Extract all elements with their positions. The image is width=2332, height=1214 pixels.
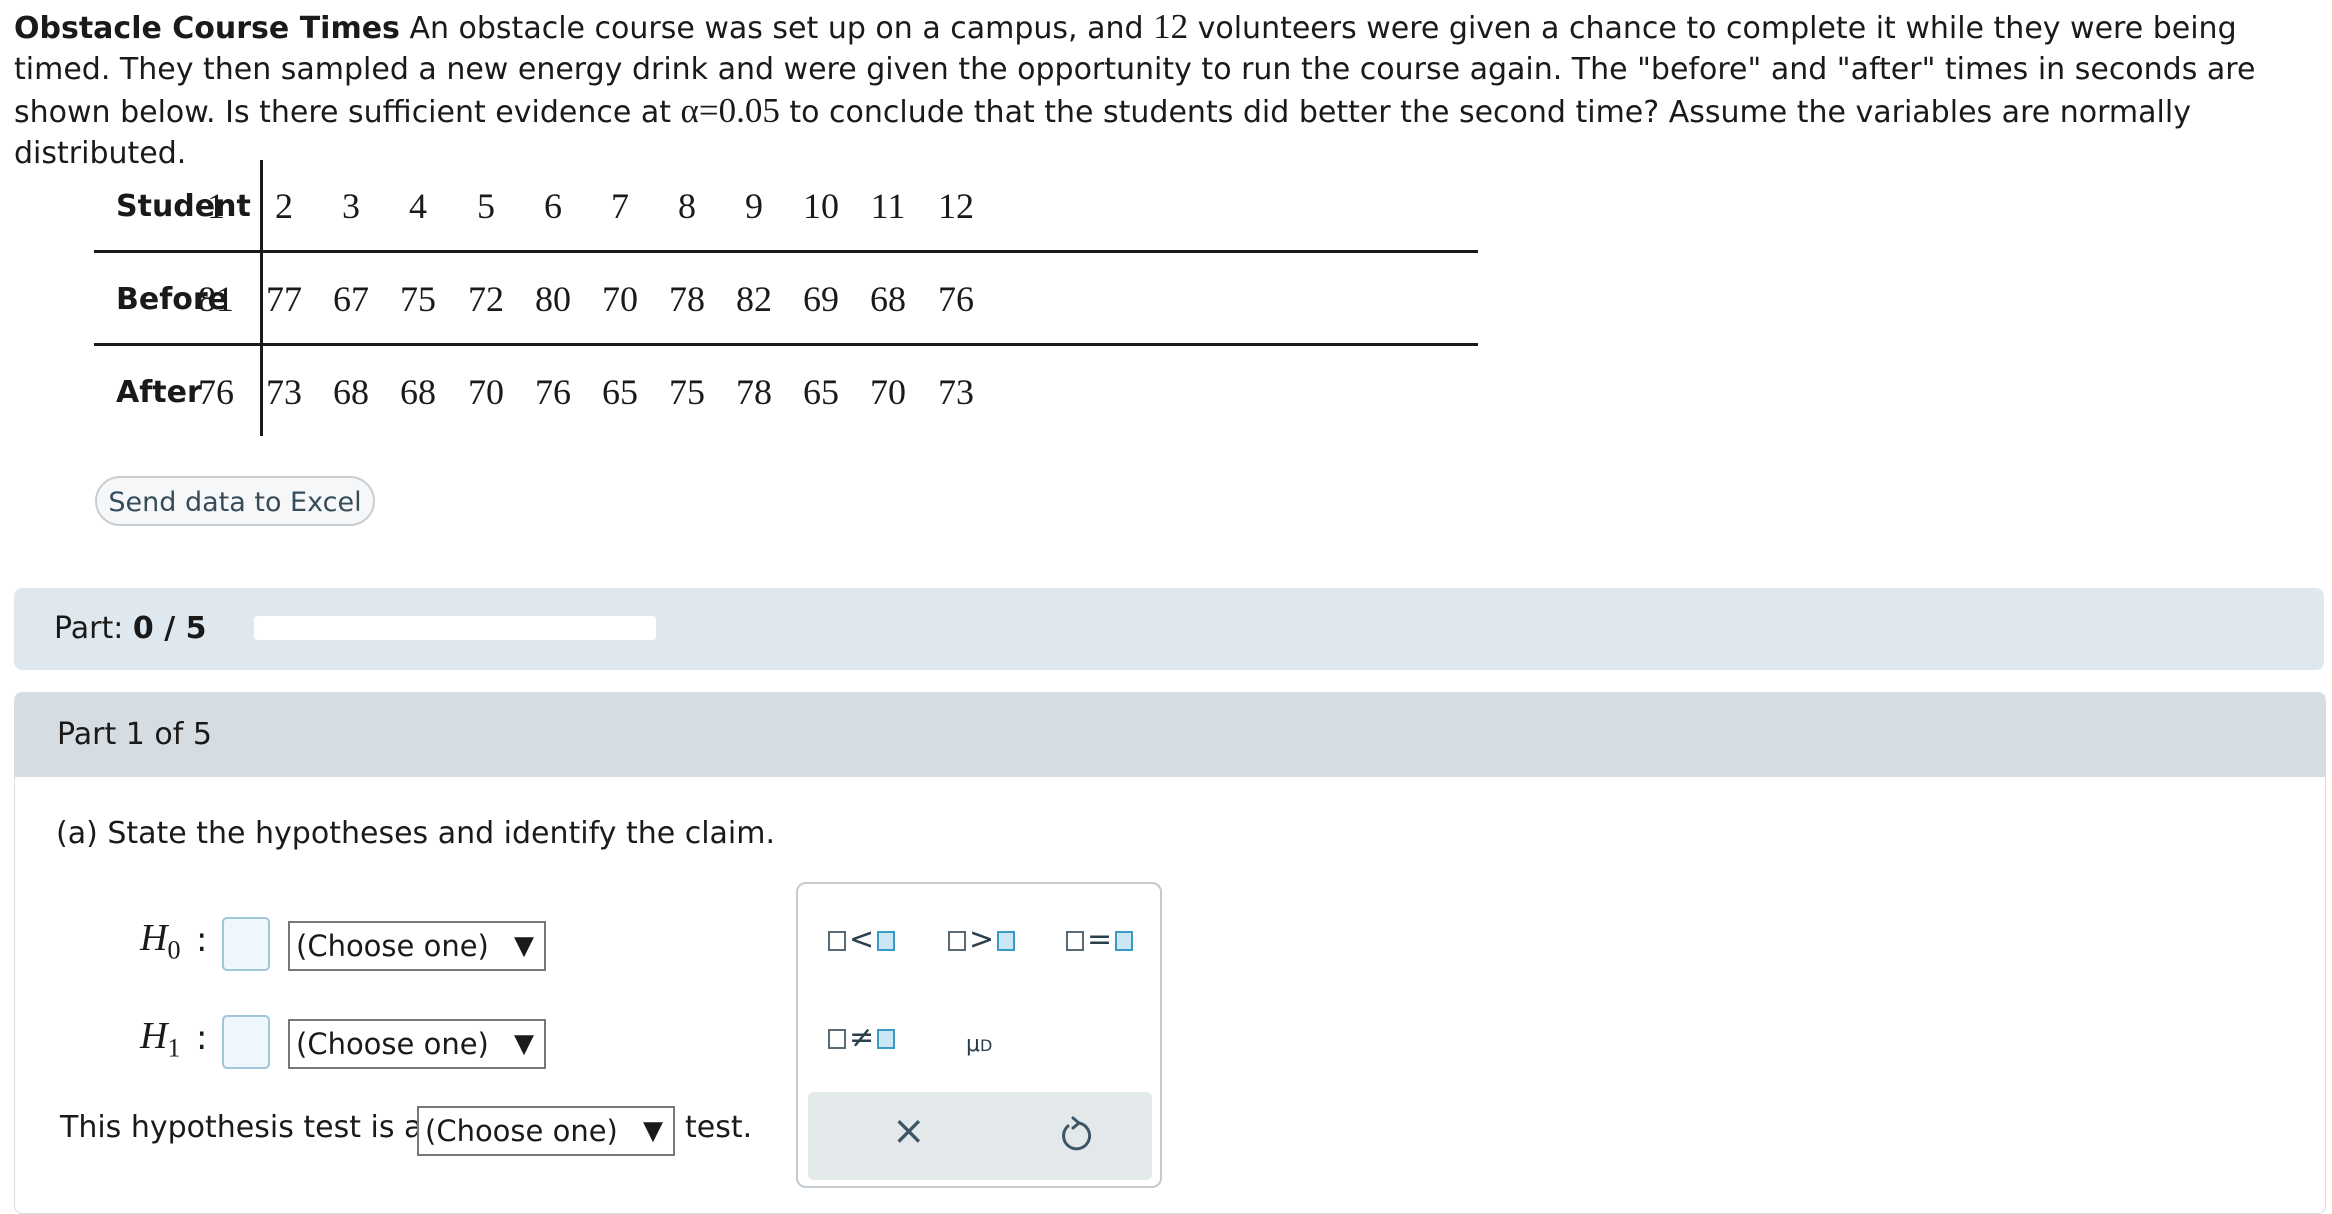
h1-select-value: (Choose one) [296,1027,489,1061]
question-text: (a) State the hypotheses and identify th… [56,816,776,851]
placeholder-box-icon [828,931,846,951]
placeholder-box-icon [1115,931,1134,951]
h0-colon: : [196,920,208,960]
problem-statement: Obstacle Course Times An obstacle course… [14,6,2314,174]
h1-select[interactable]: (Choose one) ▼ [288,1019,546,1069]
table-row-after: After 76 73 68 68 70 76 65 75 78 65 70 73 [94,346,1478,439]
student-cell: 12 [938,186,974,226]
h1-subscript: 1 [167,1033,181,1063]
greater-than-template-button[interactable]: > [948,922,1016,957]
dropdown-arrow-icon: ▼ [514,931,534,961]
not-equal-template-button[interactable]: ≠ [828,1020,896,1055]
h1-input[interactable] [222,1015,270,1069]
mu-d-icon: μD [966,1032,992,1057]
placeholder-box-icon [828,1029,846,1049]
problem-n: 12 [1153,7,1189,46]
h1-colon: : [196,1018,208,1058]
clear-icon[interactable]: × [892,1108,926,1154]
send-to-excel-button[interactable]: Send data to Excel [95,476,375,526]
part-progress-prefix: Part: [54,611,124,646]
h0-label: H0 [140,916,180,966]
problem-alpha: α=0.05 [680,91,780,130]
placeholder-box-icon [1066,931,1084,951]
placeholder-box-icon [948,931,966,951]
table-row-before: Before 81 77 67 75 72 80 70 78 82 69 68 76 [94,253,1478,346]
test-type-select-value: (Choose one) [425,1114,618,1148]
dropdown-arrow-icon: ▼ [643,1116,663,1146]
less-than-template-button[interactable]: < [828,922,896,957]
mu-symbol: μ [966,1032,980,1057]
problem-title: Obstacle Course Times [14,11,400,46]
mu-d-button[interactable]: μD [966,1024,992,1059]
part-progress-label: Part: 0 / 5 [54,588,206,670]
undo-icon[interactable] [1058,1114,1096,1154]
h0-letter: H [140,917,168,959]
greater-than-symbol: > [969,922,995,957]
before-cell: 76 [938,279,974,319]
placeholder-box-icon [877,931,896,951]
not-equal-symbol: ≠ [849,1020,875,1055]
after-cell: 73 [938,372,974,412]
part-progress-value: 0 / 5 [132,611,207,646]
dropdown-arrow-icon: ▼ [514,1029,534,1059]
test-type-suffix: test. [685,1110,753,1145]
equal-symbol: = [1087,922,1113,957]
placeholder-box-icon [997,931,1016,951]
mu-subscript: D [980,1036,993,1055]
h0-select[interactable]: (Choose one) ▼ [288,921,546,971]
h1-label: H1 [140,1014,180,1064]
palette-footer: × [808,1092,1152,1180]
test-type-prefix: This hypothesis test is a [60,1110,423,1145]
part-progress-bar: Part: 0 / 5 [14,588,2324,670]
table-row-student: Student 1 2 3 4 5 6 7 8 9 10 11 12 [94,160,1478,253]
h0-select-value: (Choose one) [296,929,489,963]
equal-template-button[interactable]: = [1066,922,1134,957]
part-header: Part 1 of 5 [15,693,2325,777]
h0-subscript: 0 [167,935,181,965]
h1-letter: H [140,1015,168,1057]
less-than-symbol: < [849,922,875,957]
problem-text-1: An obstacle course was set up on a campu… [399,11,1154,46]
math-palette: < > = ≠ μD × [796,882,1162,1188]
progress-track [254,616,656,640]
test-type-select[interactable]: (Choose one) ▼ [417,1106,675,1156]
part-title: Part 1 of 5 [57,717,212,752]
h0-input[interactable] [222,917,270,971]
table-vertical-divider [260,160,263,436]
placeholder-box-icon [877,1029,896,1049]
